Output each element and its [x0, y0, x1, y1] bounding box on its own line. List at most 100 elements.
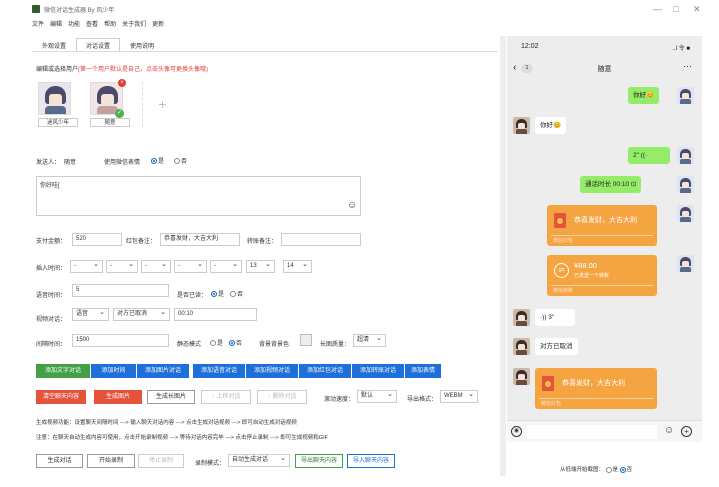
- redpacket-icon: [554, 213, 566, 228]
- weekday-select[interactable]: -: [174, 259, 207, 273]
- generate-dialog-button[interactable]: 生成对话: [36, 454, 83, 468]
- menu-bar: 文件 编辑 功能 查看 帮助 关于我们 更新: [32, 19, 164, 29]
- export-chat-button[interactable]: 导出聊天内容: [295, 454, 343, 468]
- interval-input[interactable]: 1500: [72, 334, 169, 347]
- add-emoji-button[interactable]: 添加表情: [405, 364, 441, 378]
- chat-message-me: 你好😊: [628, 87, 660, 104]
- emoji-picker-icon[interactable]: ☺: [347, 200, 357, 211]
- amount-input[interactable]: 520: [72, 233, 122, 246]
- tab-appearance[interactable]: 外观设置: [32, 38, 76, 52]
- stop-record-button[interactable]: 停止录制: [138, 454, 184, 468]
- read-yes-radio[interactable]: 是: [211, 289, 224, 298]
- voice-input-icon[interactable]: ◉: [511, 426, 522, 437]
- add-time-button[interactable]: 添加时间: [91, 364, 136, 378]
- dark-on-radio[interactable]: 是: [210, 338, 223, 347]
- user-card-self[interactable]: 迷风少年: [38, 82, 78, 134]
- phone-preview: 12:02 ..l 令 ■ ‹ 1 随意 ··· 你好😊 你好😊 2" ((· …: [507, 36, 702, 442]
- redpacket-message-me: 恭喜发财，大吉大利 微信红包: [547, 205, 657, 246]
- chat-text-input[interactable]: [527, 425, 657, 439]
- bg-color-label: 背景背景色: [259, 342, 290, 348]
- menu-update[interactable]: 更新: [152, 19, 164, 29]
- bg-mode-label: 长图质量：: [320, 342, 351, 348]
- period-select[interactable]: -: [210, 259, 242, 273]
- app-title: 微信对话生成器 By 风少年: [44, 8, 115, 14]
- more-icon[interactable]: ···: [683, 61, 692, 71]
- avatar-other: [513, 117, 530, 134]
- message-textarea[interactable]: 你好哇[: [36, 176, 361, 216]
- interval-label: 间隔时间：: [36, 342, 67, 348]
- avatar-me: [677, 176, 694, 193]
- emoji-yes-radio[interactable]: 是: [151, 156, 164, 165]
- add-text-dialog-button[interactable]: 添加文字对话: [36, 364, 90, 378]
- add-transfer-dialog-button[interactable]: 添加转账对话: [352, 364, 404, 378]
- avatar[interactable]: [38, 82, 71, 115]
- add-redpacket-dialog-button[interactable]: 添加红包对话: [299, 364, 351, 378]
- add-image-dialog-button[interactable]: 添加图片对话: [137, 364, 189, 378]
- maximize-icon[interactable]: □: [673, 4, 678, 14]
- start-record-button[interactable]: 开始录制: [87, 454, 135, 468]
- redpacket-note-input[interactable]: 恭喜发财，大吉大利: [160, 233, 240, 246]
- voice-time-input[interactable]: 5: [72, 284, 169, 297]
- screenshot-option: 从低端开始截图： 是 否: [560, 466, 633, 473]
- transfer-remark-input[interactable]: [281, 233, 361, 246]
- scroll-speed-select[interactable]: 默认: [357, 389, 397, 403]
- user-name-field[interactable]: 迷风少年: [38, 118, 78, 127]
- video-type-select[interactable]: 语音: [72, 307, 109, 321]
- emoji-label: 使用微信表情: [104, 160, 141, 166]
- minute-select[interactable]: 14: [283, 259, 312, 273]
- add-video-dialog-button[interactable]: 添加视频对话: [246, 364, 298, 378]
- chat-input-bar: ◉ ☺ +: [507, 420, 702, 442]
- user-name-field[interactable]: 随意: [90, 118, 130, 127]
- amount-label: 支付金额：: [36, 239, 67, 245]
- bg-color-swatch[interactable]: [300, 334, 312, 346]
- month-select[interactable]: -: [106, 259, 138, 273]
- menu-view[interactable]: 查看: [86, 19, 98, 29]
- bg-mode-select[interactable]: 超清: [353, 333, 386, 347]
- emoji-no-radio[interactable]: 否: [174, 156, 187, 165]
- menu-help[interactable]: 帮助: [104, 19, 116, 29]
- minimize-icon[interactable]: —: [653, 4, 662, 14]
- move-up-button[interactable]: ↑ 上移对话: [201, 390, 251, 404]
- add-voice-dialog-button[interactable]: 添加语音对话: [193, 364, 245, 378]
- tab-instructions[interactable]: 使用说明: [120, 38, 164, 52]
- clear-chat-button[interactable]: 清空聊天内容: [36, 390, 86, 404]
- delete-user-icon[interactable]: ×: [118, 79, 126, 87]
- menu-about[interactable]: 关于我们: [122, 19, 146, 29]
- screenshot-yes-radio[interactable]: 是: [605, 466, 618, 473]
- dark-off-radio[interactable]: 否: [229, 338, 242, 347]
- user-card-other[interactable]: × ✓ 随意: [90, 79, 130, 134]
- avatar-me: [677, 205, 694, 222]
- sender-value: 随意: [64, 160, 77, 166]
- import-chat-button[interactable]: 导入聊天内容: [347, 454, 395, 468]
- menu-edit[interactable]: 编辑: [50, 19, 62, 29]
- panel-scrollbar[interactable]: [500, 36, 506, 476]
- video-status-select[interactable]: 对方已取消: [113, 307, 170, 321]
- voice-message-me: 2" ((·: [628, 147, 670, 164]
- read-label: 是否已读：: [177, 293, 208, 299]
- voice-time-label: 语音时间：: [36, 293, 67, 299]
- generate-image-button[interactable]: 生成图片: [94, 390, 142, 404]
- delete-dialog-button[interactable]: ↓ 删除对话: [257, 390, 307, 404]
- app-icon: [32, 5, 40, 13]
- day-select[interactable]: -: [141, 259, 171, 273]
- emoji-icon[interactable]: ☺: [664, 425, 674, 436]
- record-mode-select[interactable]: 自动生成对话: [228, 453, 290, 467]
- read-no-radio[interactable]: 否: [230, 289, 243, 298]
- video-duration-input[interactable]: 00:10: [174, 308, 257, 321]
- generate-long-image-button[interactable]: 生成长图片: [147, 390, 195, 404]
- menu-function[interactable]: 功能: [68, 19, 80, 29]
- hour-select[interactable]: 13: [246, 259, 275, 273]
- close-icon[interactable]: ✕: [693, 4, 701, 15]
- add-user-button[interactable]: +: [142, 82, 182, 127]
- sender-label: 发送人：: [36, 160, 61, 166]
- year-select[interactable]: -: [70, 259, 103, 273]
- screenshot-no-radio[interactable]: 否: [619, 466, 632, 473]
- tab-dialog[interactable]: 对话设置: [76, 38, 121, 52]
- user-section-warning: (第一个用户默认是自己，点击头像可更换头像哦): [78, 67, 209, 73]
- redpacket-message-other: 恭喜发财，大吉大利 微信红包: [535, 368, 657, 409]
- help-text-2: 注意：在聊天自动生成内容可使用，点击开始录制视频 ---> 等待对话内容完毕 -…: [36, 435, 328, 441]
- plus-icon[interactable]: +: [681, 426, 692, 437]
- menu-file[interactable]: 文件: [32, 19, 44, 29]
- export-format-select[interactable]: WEBM: [440, 389, 478, 403]
- help-text-1: 生成视频功能：设置聊天间隔时间 ---> 输入聊天对话内容 ---> 点击生成对…: [36, 420, 297, 426]
